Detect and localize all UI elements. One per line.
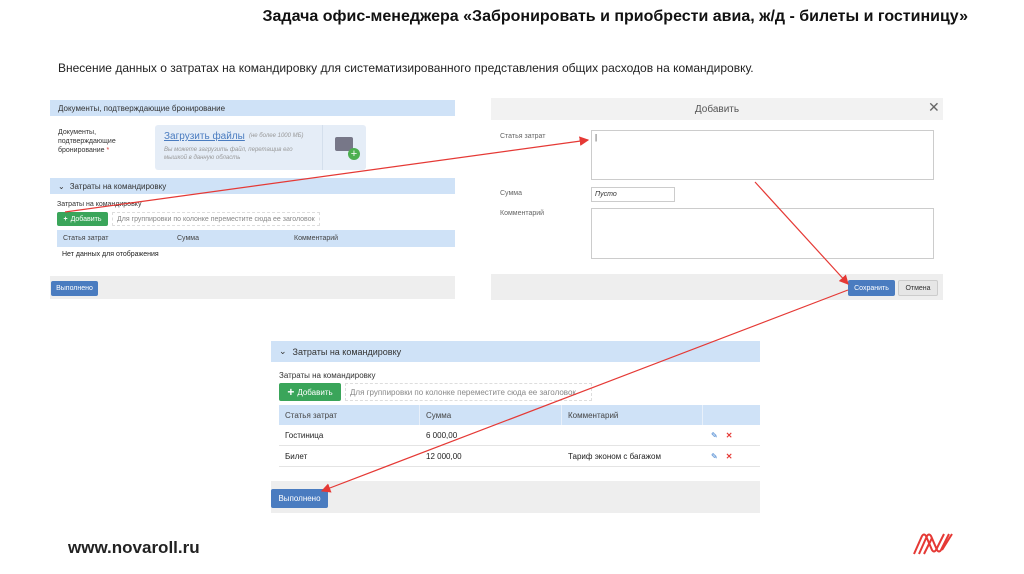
footer-url: www.novaroll.ru	[68, 538, 200, 557]
arrow-to-expense-field	[64, 136, 590, 213]
arrow-to-done	[320, 289, 849, 493]
novaroll-logo-icon	[913, 533, 953, 555]
arrow-to-save	[754, 181, 849, 285]
annotation-arrows	[64, 136, 849, 493]
